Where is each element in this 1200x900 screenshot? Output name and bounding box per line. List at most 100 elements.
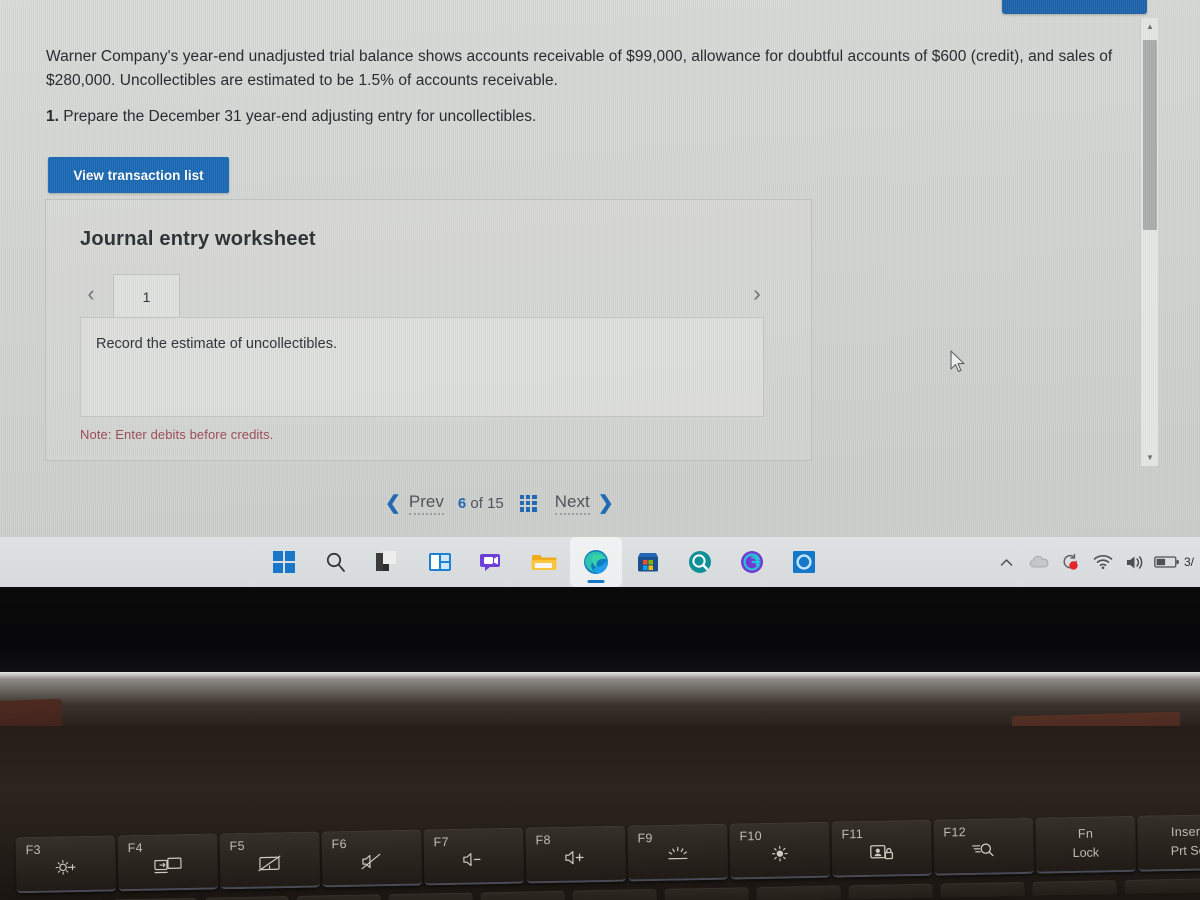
key-f7-label: F7 bbox=[433, 834, 449, 850]
search-settings-icon bbox=[971, 840, 997, 858]
wifi-icon[interactable] bbox=[1088, 541, 1118, 583]
lock-screen-icon bbox=[869, 842, 895, 861]
key-row2-13[interactable] bbox=[1124, 878, 1200, 895]
mute-icon bbox=[361, 852, 383, 870]
worksheet-prev-chevron-icon[interactable]: ‹ bbox=[80, 281, 102, 307]
debits-before-credits-note: Note: Enter debits before credits. bbox=[80, 427, 274, 442]
taskbar-clock[interactable]: 3/ bbox=[1184, 555, 1196, 569]
key-f8[interactable]: F8 bbox=[525, 825, 627, 884]
key-prtsc-label: Prt Sc bbox=[1170, 843, 1200, 859]
key-f9-label: F9 bbox=[637, 831, 653, 846]
view-transaction-list-button[interactable]: View transaction list bbox=[48, 157, 229, 193]
external-display-icon bbox=[154, 856, 182, 875]
laptop-screen: Warner Company's year-end unadjusted tri… bbox=[0, 0, 1200, 537]
worksheet-title: Journal entry worksheet bbox=[80, 228, 316, 250]
key-row2-11[interactable] bbox=[940, 881, 1025, 898]
key-fn-lock-label-line1: Fn bbox=[1077, 826, 1094, 841]
windows-taskbar: 3/ bbox=[0, 537, 1200, 587]
key-row2-6[interactable] bbox=[480, 890, 565, 900]
battery-icon[interactable] bbox=[1152, 541, 1182, 583]
key-f5[interactable]: F5 bbox=[219, 831, 321, 890]
keyboard-backlight-icon bbox=[665, 846, 691, 862]
key-row2-4[interactable] bbox=[296, 894, 381, 900]
key-f8-label: F8 bbox=[535, 833, 551, 848]
key-f6[interactable]: F6 bbox=[321, 829, 423, 888]
volume-icon[interactable] bbox=[1120, 541, 1150, 583]
key-f12[interactable]: F12 bbox=[933, 817, 1035, 876]
browser-page: Warner Company's year-end unadjusted tri… bbox=[0, 0, 1147, 537]
question-pager: ❮ Prev 6 of 15 Next ❯ bbox=[385, 487, 745, 519]
pager-of-label: of bbox=[470, 494, 483, 512]
scrollbar-down-arrow-icon[interactable]: ▼ bbox=[1141, 449, 1159, 466]
brightness-icon bbox=[769, 844, 791, 862]
onedrive-cloud-icon[interactable] bbox=[1024, 541, 1054, 583]
microsoft-store-icon[interactable] bbox=[622, 537, 674, 587]
top-partial-blue-button[interactable] bbox=[1002, 0, 1147, 14]
worksheet-tab-1[interactable]: 1 bbox=[113, 274, 180, 318]
show-hidden-icons-chevron[interactable] bbox=[992, 541, 1022, 583]
recording-indicator-icon[interactable] bbox=[1056, 541, 1086, 583]
key-f10-label: F10 bbox=[739, 828, 763, 844]
purple-app-icon[interactable] bbox=[726, 537, 778, 587]
journal-entry-instruction-text: Record the estimate of uncollectibles. bbox=[96, 336, 337, 352]
key-insert-prtsc[interactable]: Insert Prt Sc bbox=[1137, 813, 1200, 872]
journal-entry-worksheet-panel: Journal entry worksheet ‹ 1 › Record the… bbox=[45, 199, 812, 461]
pager-count: 6 of 15 bbox=[458, 495, 504, 512]
journal-entry-instruction-box[interactable]: Record the estimate of uncollectibles. bbox=[80, 317, 764, 417]
page-scrollbar[interactable]: ▲ ▼ bbox=[1140, 18, 1158, 466]
pager-prev-chevron-icon[interactable]: ❮ bbox=[385, 492, 401, 515]
key-f4-label: F4 bbox=[127, 840, 143, 856]
pager-next-button[interactable]: Next bbox=[554, 492, 590, 515]
taskbar-system-tray: 3/ bbox=[992, 537, 1196, 587]
scrollbar-thumb[interactable] bbox=[1143, 40, 1157, 230]
key-f10[interactable]: F10 bbox=[729, 821, 831, 880]
chat-teams-icon[interactable] bbox=[466, 537, 518, 587]
key-row2-8[interactable] bbox=[664, 887, 749, 900]
key-row2-10[interactable] bbox=[848, 883, 933, 900]
key-f5-label: F5 bbox=[229, 838, 245, 854]
key-row2-5[interactable] bbox=[388, 892, 473, 900]
key-row2-9[interactable] bbox=[756, 885, 841, 900]
volume-down-icon bbox=[462, 850, 486, 868]
taskbar-pinned-icons bbox=[258, 537, 830, 587]
key-f7[interactable]: F7 bbox=[423, 827, 525, 886]
windows-start-icon[interactable] bbox=[258, 537, 310, 587]
pager-total-pages: 15 bbox=[487, 494, 504, 512]
microsoft-edge-icon[interactable] bbox=[570, 537, 622, 587]
key-f4[interactable]: F4 bbox=[117, 833, 219, 892]
brightness-up-icon bbox=[54, 858, 78, 876]
key-row2-3[interactable] bbox=[204, 896, 289, 900]
volume-up-icon bbox=[564, 848, 588, 866]
requirement-prompt: 1. Prepare the December 31 year-end adju… bbox=[46, 105, 946, 128]
worksheet-tabstrip: ‹ 1 › bbox=[80, 274, 780, 318]
grid-icon[interactable] bbox=[519, 494, 537, 512]
key-f11-label: F11 bbox=[841, 827, 864, 842]
pager-prev-button[interactable]: Prev bbox=[408, 492, 444, 515]
scrollbar-up-arrow-icon[interactable]: ▲ bbox=[1141, 18, 1159, 35]
key-f6-label: F6 bbox=[331, 836, 347, 852]
search-icon[interactable] bbox=[310, 537, 362, 587]
file-explorer-icon[interactable] bbox=[518, 537, 570, 587]
requirement-number: 1. bbox=[46, 108, 59, 125]
task-view-icon[interactable] bbox=[362, 537, 414, 587]
key-f3[interactable]: F3 bbox=[15, 835, 117, 894]
mouse-cursor-icon bbox=[950, 350, 965, 373]
pager-current-page: 6 bbox=[457, 494, 467, 512]
key-fn-lock[interactable]: Fn Lock bbox=[1035, 815, 1137, 874]
pager-next-chevron-icon[interactable]: ❯ bbox=[598, 492, 614, 515]
key-insert-label: Insert bbox=[1170, 824, 1200, 840]
key-f12-label: F12 bbox=[943, 825, 967, 840]
key-f11[interactable]: F11 bbox=[831, 819, 933, 878]
key-f9[interactable]: F9 bbox=[627, 823, 729, 882]
blue-circle-app-icon[interactable] bbox=[778, 537, 830, 587]
touchpad-off-icon bbox=[257, 854, 283, 872]
requirement-text: Prepare the December 31 year-end adjusti… bbox=[58, 108, 537, 125]
key-row2-12[interactable] bbox=[1032, 880, 1117, 896]
worksheet-next-chevron-icon[interactable]: › bbox=[745, 279, 769, 307]
key-row2-7[interactable] bbox=[572, 889, 657, 900]
teal-search-app-icon[interactable] bbox=[674, 537, 726, 587]
screen-bezel bbox=[0, 587, 1200, 672]
widgets-icon[interactable] bbox=[414, 537, 466, 587]
screenshot-root: Warner Company's year-end unadjusted tri… bbox=[0, 0, 1200, 900]
problem-statement: Warner Company's year-end unadjusted tri… bbox=[46, 48, 1113, 89]
